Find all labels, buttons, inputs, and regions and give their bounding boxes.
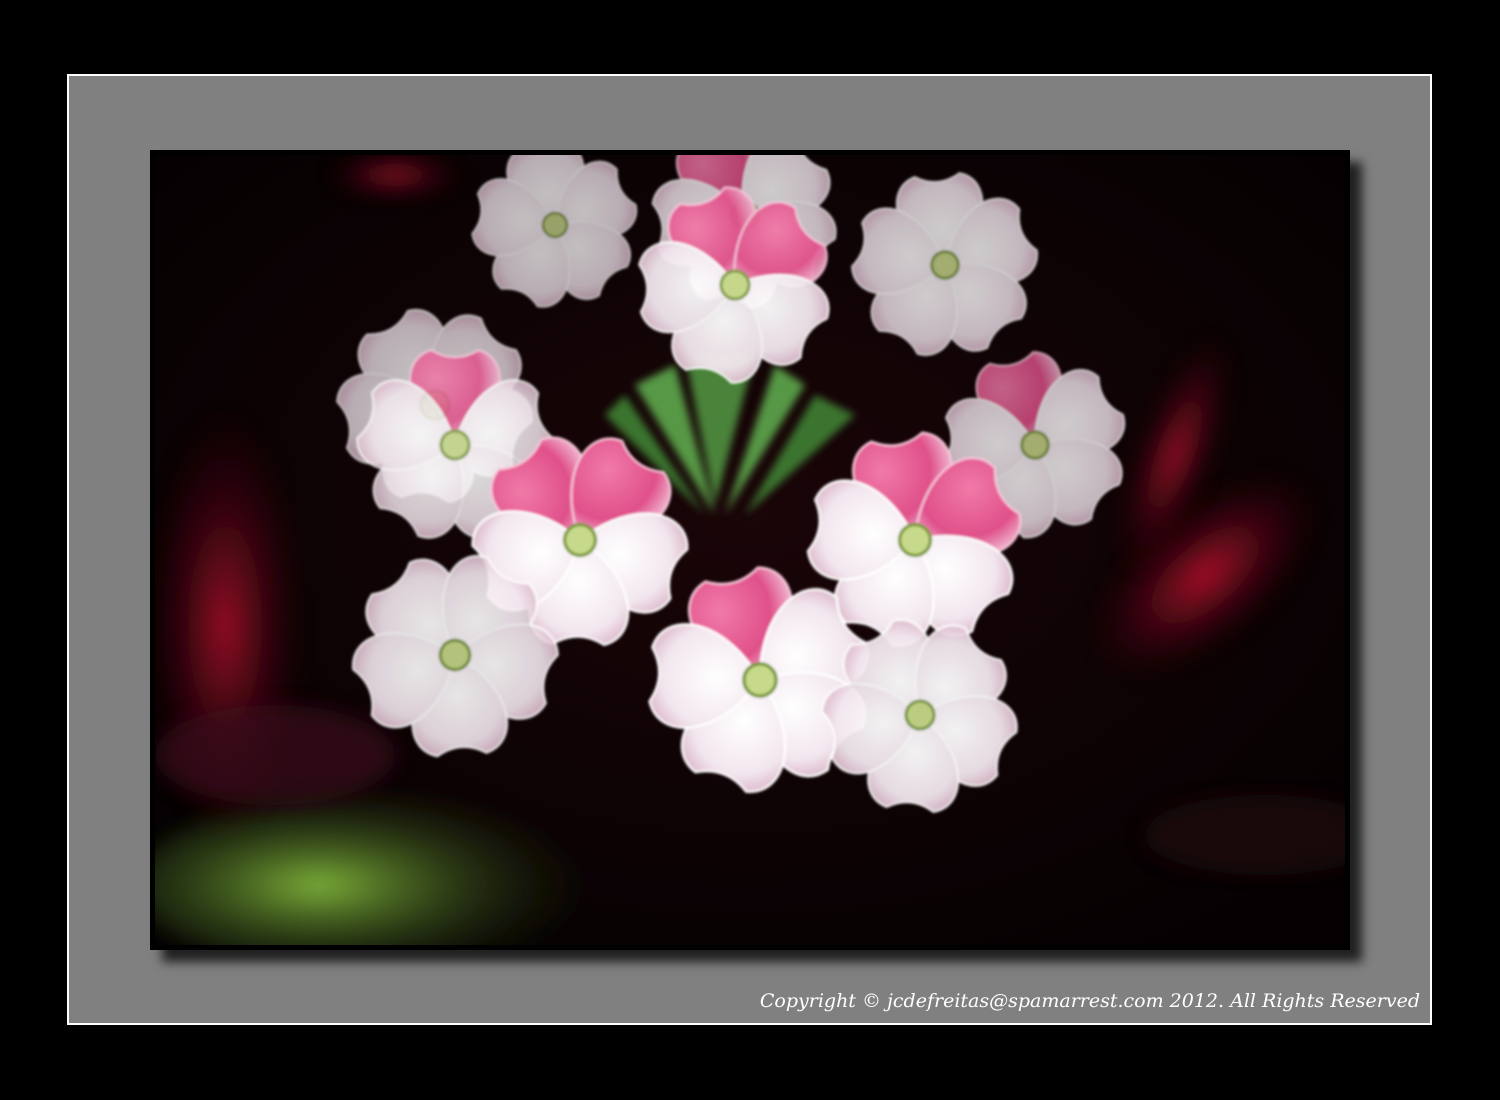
copyright-watermark: Copyright © jcdefreitas@spamarrest.com 2… <box>759 990 1420 1012</box>
photo-frame <box>150 150 1350 950</box>
verbena-flower-illustration <box>155 155 1345 945</box>
flower-photo <box>155 155 1345 945</box>
